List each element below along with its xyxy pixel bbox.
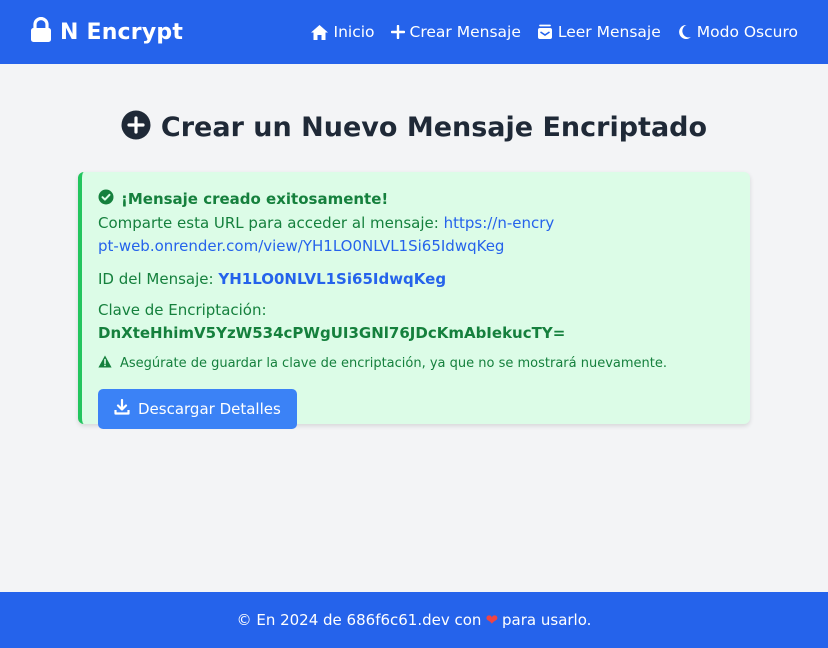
nav-item-label: Crear Mensaje xyxy=(409,23,521,41)
nav-item-modo-oscuro[interactable]: Modo Oscuro xyxy=(677,23,798,41)
navbar: N Encrypt Inicio Crear Mensaje Leer Mens… xyxy=(0,0,828,64)
share-url-line: Comparte esta URL para acceder al mensaj… xyxy=(98,212,558,258)
home-icon xyxy=(310,24,329,41)
encryption-key-line: Clave de Encriptación: DnXteHhimV5YzW534… xyxy=(98,299,732,345)
warning-triangle-icon xyxy=(98,355,112,372)
moon-icon xyxy=(677,24,692,40)
inbox-icon xyxy=(537,24,553,40)
brand-logo[interactable]: N Encrypt xyxy=(30,16,184,47)
share-url-label: Comparte esta URL para acceder al mensaj… xyxy=(98,214,439,232)
nav-item-crear-mensaje[interactable]: Crear Mensaje xyxy=(390,23,521,41)
download-button-label: Descargar Detalles xyxy=(138,400,281,418)
plus-circle-icon xyxy=(121,110,151,144)
nav-item-leer-mensaje[interactable]: Leer Mensaje xyxy=(537,23,661,41)
message-id-value: YH1LO0NLVL1Si65IdwqKeg xyxy=(218,270,447,288)
message-id-label: ID del Mensaje: xyxy=(98,270,214,288)
success-alert: ¡Mensaje creado exitosamente! Comparte e… xyxy=(78,172,750,429)
plus-icon xyxy=(390,25,405,39)
footer-text-before: © En 2024 de 686f6c61.dev con xyxy=(236,611,482,629)
encryption-key-label: Clave de Encriptación: xyxy=(98,301,267,319)
warning-text: Asegúrate de guardar la clave de encript… xyxy=(120,355,668,371)
download-details-button[interactable]: Descargar Detalles xyxy=(98,389,297,429)
download-icon xyxy=(114,398,130,419)
nav-item-label: Leer Mensaje xyxy=(557,23,661,41)
check-circle-icon xyxy=(98,189,114,209)
nav-item-inicio[interactable]: Inicio xyxy=(310,23,375,41)
footer-text-after: para usarlo. xyxy=(502,611,592,629)
heart-icon: ❤ xyxy=(485,611,499,629)
page-title: Crear un Nuevo Mensaje Encriptado xyxy=(160,111,708,143)
success-header: ¡Mensaje creado exitosamente! xyxy=(98,189,732,209)
nav-item-label: Inicio xyxy=(333,23,375,41)
success-title: ¡Mensaje creado exitosamente! xyxy=(121,190,389,208)
encryption-key-value: DnXteHhimV5YzW534cPWgUI3GNl76JDcKmAbIeku… xyxy=(98,324,566,342)
nav-item-label: Modo Oscuro xyxy=(696,23,798,41)
page-header: Crear un Nuevo Mensaje Encriptado xyxy=(0,110,828,144)
brand-name: N Encrypt xyxy=(60,19,184,45)
message-id-line: ID del Mensaje: YH1LO0NLVL1Si65IdwqKeg xyxy=(98,268,732,291)
footer: © En 2024 de 686f6c61.dev con ❤ para usa… xyxy=(0,592,828,648)
main-nav: Inicio Crear Mensaje Leer Mensaje Modo O… xyxy=(310,23,798,41)
warning-line: Asegúrate de guardar la clave de encript… xyxy=(98,353,732,373)
lock-icon xyxy=(30,16,52,47)
